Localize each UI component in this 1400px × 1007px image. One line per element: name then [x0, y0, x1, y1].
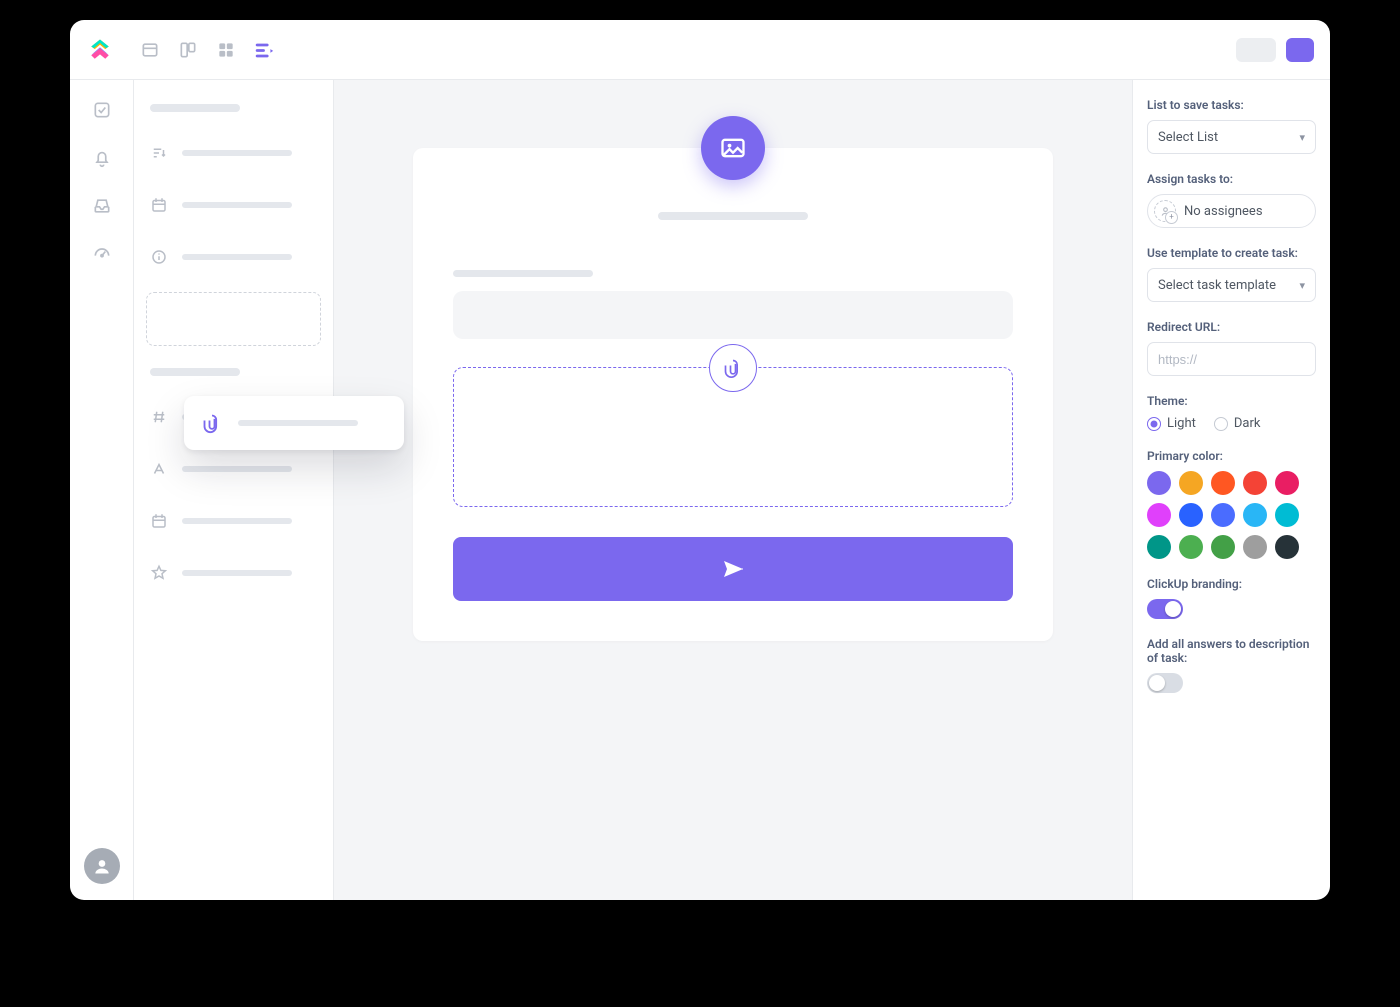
sidebar-section-title-2: [150, 368, 240, 376]
user-avatar[interactable]: [84, 848, 120, 884]
sidebar-section-title: [150, 104, 240, 112]
redirect-label: Redirect URL:: [1147, 320, 1316, 334]
theme-dark-radio[interactable]: Dark: [1214, 416, 1261, 431]
field-option-sort[interactable]: [146, 136, 321, 170]
color-swatch[interactable]: [1179, 535, 1203, 559]
color-swatch[interactable]: [1147, 535, 1171, 559]
color-swatch[interactable]: [1243, 535, 1267, 559]
settings-panel: List to save tasks: Select List ▾ Assign…: [1132, 80, 1330, 900]
tasks-icon[interactable]: [92, 100, 112, 120]
view-switcher: [134, 34, 280, 66]
assignee-value: No assignees: [1184, 204, 1263, 219]
chevron-down-icon: ▾: [1299, 131, 1305, 144]
color-swatch[interactable]: [1275, 535, 1299, 559]
text-input-placeholder[interactable]: [453, 291, 1013, 339]
board-view-icon[interactable]: [172, 34, 204, 66]
template-select[interactable]: Select task template ▾: [1147, 268, 1316, 302]
color-swatch[interactable]: [1179, 503, 1203, 527]
field-option-rating[interactable]: [146, 556, 321, 590]
color-swatch[interactable]: [1211, 535, 1235, 559]
field-label-placeholder[interactable]: [453, 270, 593, 277]
color-swatch[interactable]: [1179, 471, 1203, 495]
color-swatches: [1147, 471, 1316, 559]
redirect-url-input[interactable]: [1147, 342, 1316, 376]
dashboard-icon[interactable]: [92, 244, 112, 264]
field-option-info[interactable]: [146, 240, 321, 274]
attachment-dropzone[interactable]: [453, 367, 1013, 507]
form-view-icon[interactable]: [248, 34, 280, 66]
nav-rail: [70, 80, 134, 900]
theme-light-radio[interactable]: Light: [1147, 416, 1196, 431]
form-preview-card: [413, 148, 1053, 641]
fields-sidebar: [134, 80, 334, 900]
assignee-select[interactable]: No assignees: [1147, 194, 1316, 228]
add-assignee-icon: [1154, 200, 1176, 222]
color-swatch[interactable]: [1147, 471, 1171, 495]
app-window: List to save tasks: Select List ▾ Assign…: [70, 20, 1330, 900]
theme-label: Theme:: [1147, 394, 1316, 408]
notifications-icon[interactable]: [92, 148, 112, 168]
list-select[interactable]: Select List ▾: [1147, 120, 1316, 154]
color-swatch[interactable]: [1243, 503, 1267, 527]
chevron-down-icon: ▾: [1299, 279, 1305, 292]
topbar: [70, 20, 1330, 80]
attachment-icon: [202, 412, 222, 434]
template-select-value: Select task template: [1158, 278, 1276, 293]
answers-toggle[interactable]: [1147, 673, 1183, 693]
list-view-icon[interactable]: [134, 34, 166, 66]
form-cover-image-icon[interactable]: [701, 116, 765, 180]
attachment-icon: [709, 344, 757, 392]
list-label: List to save tasks:: [1147, 98, 1316, 112]
primary-color-label: Primary color:: [1147, 449, 1316, 463]
dragged-field-attachment[interactable]: [184, 396, 404, 450]
form-title-placeholder[interactable]: [658, 212, 808, 220]
branding-toggle[interactable]: [1147, 599, 1183, 619]
color-swatch[interactable]: [1243, 471, 1267, 495]
topbar-action-primary[interactable]: [1286, 38, 1314, 62]
form-canvas: [334, 80, 1132, 900]
field-option-text[interactable]: [146, 452, 321, 486]
color-swatch[interactable]: [1147, 503, 1171, 527]
color-swatch[interactable]: [1211, 471, 1235, 495]
field-option-date[interactable]: [146, 188, 321, 222]
assign-label: Assign tasks to:: [1147, 172, 1316, 186]
inbox-icon[interactable]: [92, 196, 112, 216]
color-swatch[interactable]: [1275, 503, 1299, 527]
branding-label: ClickUp branding:: [1147, 577, 1316, 591]
grid-view-icon[interactable]: [210, 34, 242, 66]
answers-label: Add all answers to description of task:: [1147, 637, 1316, 665]
submit-button[interactable]: [453, 537, 1013, 601]
color-swatch[interactable]: [1211, 503, 1235, 527]
field-option-date-2[interactable]: [146, 504, 321, 538]
send-icon: [721, 557, 745, 581]
clickup-logo-icon: [86, 36, 114, 64]
field-drop-slot[interactable]: [146, 292, 321, 346]
color-swatch[interactable]: [1275, 471, 1299, 495]
list-select-value: Select List: [1158, 130, 1218, 145]
topbar-action-secondary[interactable]: [1236, 38, 1276, 62]
template-label: Use template to create task:: [1147, 246, 1316, 260]
